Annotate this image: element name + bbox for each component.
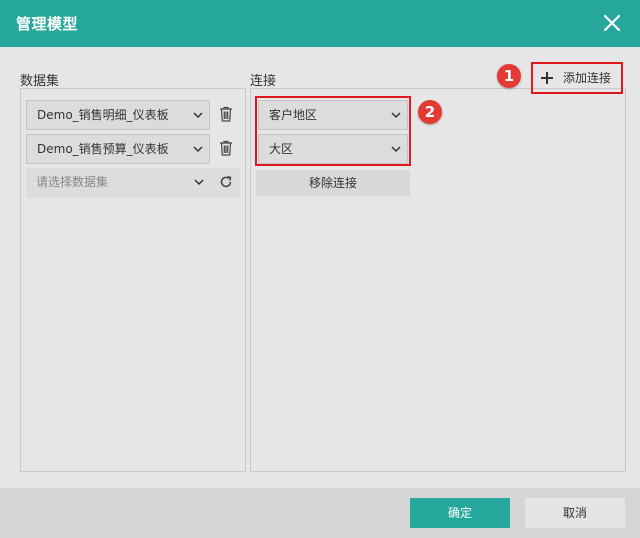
trash-icon[interactable] bbox=[217, 139, 235, 157]
add-connection-label: 添加连接 bbox=[563, 71, 612, 85]
trash-icon[interactable] bbox=[217, 105, 235, 123]
dataset-select-value: Demo_销售明细_仪表板 bbox=[37, 108, 169, 122]
chevron-down-icon bbox=[193, 112, 203, 119]
dialog-title: 管理模型 bbox=[16, 15, 79, 33]
chevron-down-icon bbox=[194, 179, 204, 186]
datasets-label: 数据集 bbox=[20, 74, 60, 89]
dataset-select-placeholder: 请选择数据集 bbox=[36, 175, 109, 189]
dataset-select-1[interactable]: Demo_销售明细_仪表板 bbox=[26, 100, 210, 130]
dialog-header: 管理模型 bbox=[0, 0, 640, 47]
connection-label: 连接 bbox=[250, 74, 277, 89]
dataset-select-new[interactable]: 请选择数据集 bbox=[26, 168, 240, 198]
annotation-badge-2: 2 bbox=[418, 100, 442, 124]
add-connection-button[interactable]: 添加连接 bbox=[531, 62, 623, 94]
close-icon[interactable] bbox=[600, 11, 624, 35]
chevron-down-icon bbox=[193, 146, 203, 153]
dataset-select-value: Demo_销售预算_仪表板 bbox=[37, 142, 169, 156]
connection-highlight-box bbox=[255, 96, 411, 166]
cancel-button[interactable]: 取消 bbox=[525, 498, 625, 528]
annotation-badge-1: 1 bbox=[497, 64, 521, 88]
dataset-select-2[interactable]: Demo_销售预算_仪表板 bbox=[26, 134, 210, 164]
remove-connection-button[interactable]: 移除连接 bbox=[256, 170, 410, 196]
ok-button[interactable]: 确定 bbox=[410, 498, 510, 528]
refresh-icon[interactable] bbox=[217, 173, 235, 191]
plus-icon bbox=[541, 72, 553, 84]
